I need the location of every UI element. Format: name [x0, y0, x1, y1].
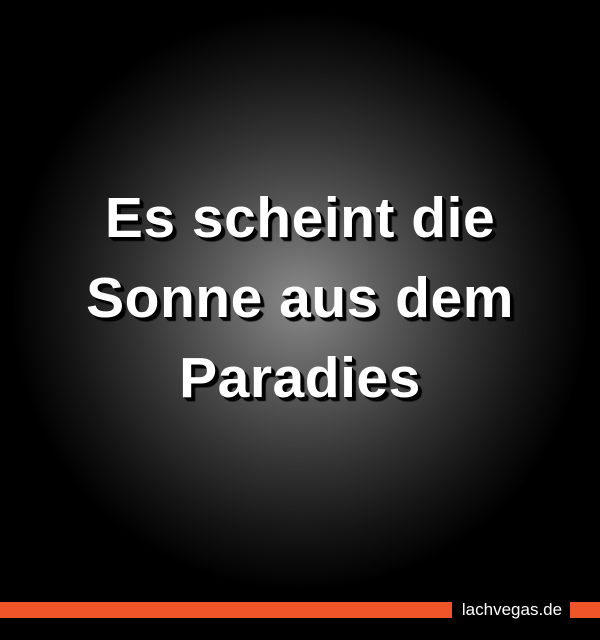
footer-accent-bar-left — [0, 602, 452, 618]
quote-line-3: Paradies — [179, 346, 421, 410]
quote-line-1: Es scheint die — [104, 186, 496, 250]
quote-card: Es scheint die Sonne aus dem Paradies la… — [0, 0, 600, 640]
quote-line-2: Sonne aus dem — [86, 266, 514, 330]
quote-text: Es scheint die Sonne aus dem Paradies — [20, 178, 580, 418]
footer-accent-bar-right — [570, 602, 600, 618]
brand-watermark: lachvegas.de — [461, 600, 563, 619]
